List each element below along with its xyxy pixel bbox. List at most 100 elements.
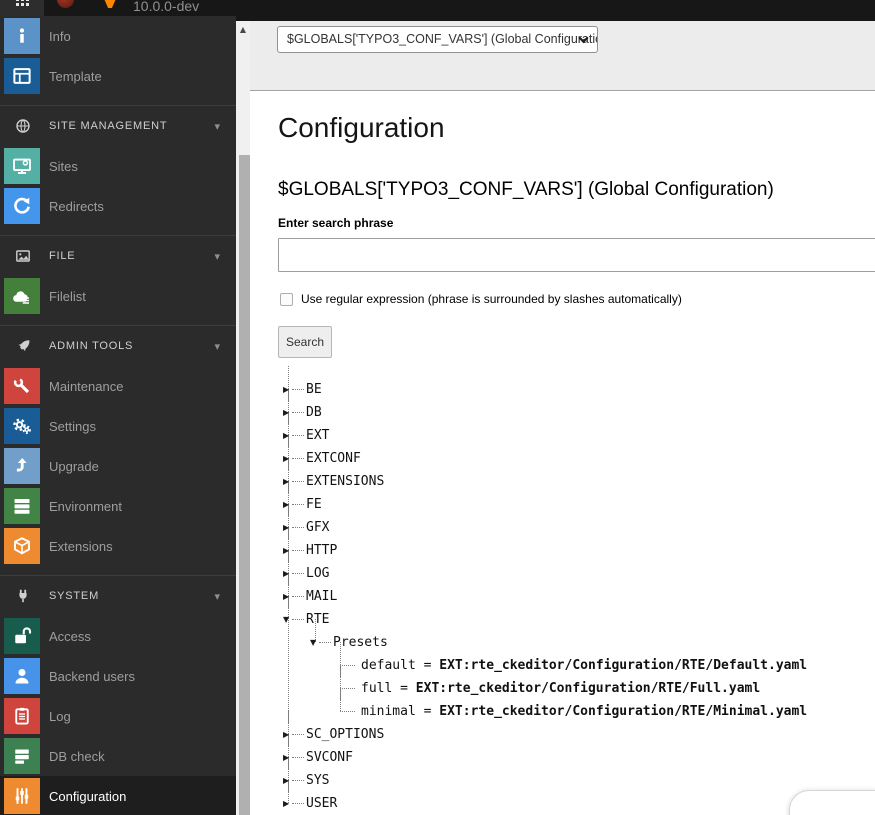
- tree-node-label[interactable]: DB: [306, 405, 322, 420]
- module-body: Configuration $GLOBALS['TYPO3_CONF_VARS'…: [250, 92, 875, 815]
- configuration-select[interactable]: $GLOBALS['TYPO3_CONF_VARS'] (Global Conf…: [277, 26, 598, 53]
- tree-node-rte: ▼ RTE ▼ Presets default = EXT:rte_ckeditor/C…: [283, 608, 807, 723]
- tree-node-label[interactable]: EXT: [306, 428, 329, 443]
- sidebar-item-log[interactable]: Log: [0, 696, 236, 736]
- sidebar-item-maintenance[interactable]: Maintenance: [0, 366, 236, 406]
- expand-triangle-icon[interactable]: ▶: [283, 447, 294, 470]
- tree-leaf-default: default = EXT:rte_ckeditor/Configuration…: [338, 654, 807, 677]
- collapse-triangle-icon[interactable]: ▼: [310, 631, 321, 654]
- regex-checkbox-label: Use regular expression (phrase is surrou…: [301, 292, 682, 306]
- sidebar-item-backend-users[interactable]: Backend users: [0, 656, 236, 696]
- rocket-icon: [15, 338, 31, 354]
- configuration-tree: ▶ BE ▶ DB ▶ EXT ▶ EXTCONF ▶ EXTENSIONS ▶ FE ▶ GFX ▶ HTT…: [283, 378, 807, 815]
- expand-triangle-icon[interactable]: ▶: [283, 585, 294, 608]
- tree-key: minimal: [361, 704, 416, 719]
- sidebar-item-upgrade[interactable]: Upgrade: [0, 446, 236, 486]
- sidebar-item-configuration[interactable]: Configuration: [0, 776, 236, 815]
- sidebar-item-label: Upgrade: [49, 459, 99, 474]
- sliders-icon: [4, 778, 40, 814]
- db-stack-icon: [4, 738, 40, 774]
- sidebar-item-sites[interactable]: Sites: [0, 146, 236, 186]
- sidebar-item-db-check[interactable]: DB check: [0, 736, 236, 776]
- tree-node-label[interactable]: USER: [306, 796, 337, 811]
- expand-triangle-icon[interactable]: ▶: [283, 769, 294, 792]
- expand-triangle-icon[interactable]: ▶: [283, 792, 294, 815]
- expand-triangle-icon[interactable]: ▶: [283, 493, 294, 516]
- tree-value: EXT:rte_ckeditor/Configuration/RTE/Full.…: [416, 681, 760, 696]
- search-button[interactable]: Search: [278, 326, 332, 358]
- tree-node-gfx: ▶ GFX: [283, 516, 807, 539]
- cloud-list-icon: [4, 278, 40, 314]
- tree-node-label[interactable]: Presets: [333, 635, 388, 650]
- sidebar-item-settings[interactable]: Settings: [0, 406, 236, 446]
- typo3-orb-icon[interactable]: [57, 0, 74, 8]
- expand-triangle-icon[interactable]: ▶: [283, 562, 294, 585]
- sidebar-item-label: Extensions: [49, 539, 113, 554]
- open-lock-icon: [4, 618, 40, 654]
- regex-checkbox[interactable]: [280, 293, 293, 306]
- tree-node-db: ▶ DB: [283, 401, 807, 424]
- tree-node-label[interactable]: RTE: [306, 612, 329, 627]
- scroll-up-arrow-icon[interactable]: ▲: [236, 25, 250, 34]
- chevron-down-icon: ▾: [214, 120, 220, 133]
- tree-node-user: ▶ USER: [283, 792, 807, 815]
- tree-node-label[interactable]: HTTP: [306, 543, 337, 558]
- tree-node-label[interactable]: SVCONF: [306, 750, 353, 765]
- sidebar-section-label: FILE: [49, 250, 75, 262]
- tree-node-sc-options: ▶ SC_OPTIONS: [283, 723, 807, 746]
- typo3-backend: 10.0.0-dev InfoTemplate SITE MANAGEMENT▾ S…: [0, 0, 875, 815]
- expand-triangle-icon[interactable]: ▶: [283, 424, 294, 447]
- module-scrollbar[interactable]: ▲: [236, 20, 250, 815]
- apps-grid-icon: [16, 0, 29, 6]
- expand-triangle-icon[interactable]: ▶: [283, 539, 294, 562]
- typo3-version-label: 10.0.0-dev: [133, 0, 199, 14]
- typo3-logo-icon[interactable]: [102, 0, 118, 8]
- sidebar-item-environment[interactable]: Environment: [0, 486, 236, 526]
- tree-node-label[interactable]: EXTENSIONS: [306, 474, 384, 489]
- tree-node-fe: ▶ FE: [283, 493, 807, 516]
- tree-node-label[interactable]: SC_OPTIONS: [306, 727, 384, 742]
- tree-node-extensions: ▶ EXTENSIONS: [283, 470, 807, 493]
- sidebar-section-site-management[interactable]: SITE MANAGEMENT▾: [0, 105, 236, 146]
- module-menu-toggle-button[interactable]: [0, 0, 44, 16]
- expand-triangle-icon[interactable]: ▶: [283, 470, 294, 493]
- expand-triangle-icon[interactable]: ▶: [283, 378, 294, 401]
- search-phrase-input[interactable]: [278, 238, 875, 272]
- tree-node-label[interactable]: MAIL: [306, 589, 337, 604]
- search-phrase-label: Enter search phrase: [278, 216, 393, 230]
- expand-triangle-icon[interactable]: ▶: [283, 746, 294, 769]
- expand-triangle-icon[interactable]: ▶: [283, 516, 294, 539]
- sidebar-item-extensions[interactable]: Extensions: [0, 526, 236, 566]
- sidebar-item-label: Sites: [49, 159, 78, 174]
- sidebar-item-label: Redirects: [49, 199, 104, 214]
- tree-node-label[interactable]: FE: [306, 497, 322, 512]
- tree-node-http: ▶ HTTP: [283, 539, 807, 562]
- tree-node-label[interactable]: GFX: [306, 520, 329, 535]
- tree-node-label[interactable]: LOG: [306, 566, 329, 581]
- sidebar-item-info[interactable]: Info: [0, 16, 236, 56]
- floating-corner-widget: [789, 790, 875, 815]
- sidebar-item-template[interactable]: Template: [0, 56, 236, 96]
- chevron-down-icon: [578, 36, 589, 44]
- sidebar-item-filelist[interactable]: Filelist: [0, 276, 236, 316]
- tree-value: EXT:rte_ckeditor/Configuration/RTE/Minim…: [439, 704, 807, 719]
- sidebar-item-access[interactable]: Access: [0, 616, 236, 656]
- plug-icon: [15, 588, 31, 604]
- sidebar-section-admin-tools[interactable]: ADMIN TOOLS▾: [0, 325, 236, 366]
- tree-node-label[interactable]: SYS: [306, 773, 329, 788]
- tree-value: EXT:rte_ckeditor/Configuration/RTE/Defau…: [439, 658, 807, 673]
- sidebar-item-redirects[interactable]: Redirects: [0, 186, 236, 226]
- scrollbar-thumb[interactable]: [239, 155, 250, 815]
- tree-node-label[interactable]: EXTCONF: [306, 451, 361, 466]
- regex-checkbox-row[interactable]: Use regular expression (phrase is surrou…: [280, 292, 682, 306]
- sidebar-item-label: Settings: [49, 419, 96, 434]
- expand-triangle-icon[interactable]: ▶: [283, 401, 294, 424]
- sidebar-section-system[interactable]: SYSTEM▾: [0, 575, 236, 616]
- sidebar-item-label: Log: [49, 709, 71, 724]
- tree-node-label[interactable]: BE: [306, 382, 322, 397]
- collapse-triangle-icon[interactable]: ▼: [283, 608, 294, 631]
- sidebar-section-file[interactable]: FILE▾: [0, 235, 236, 276]
- sidebar-item-label: Filelist: [49, 289, 86, 304]
- sidebar-item-label: Environment: [49, 499, 122, 514]
- expand-triangle-icon[interactable]: ▶: [283, 723, 294, 746]
